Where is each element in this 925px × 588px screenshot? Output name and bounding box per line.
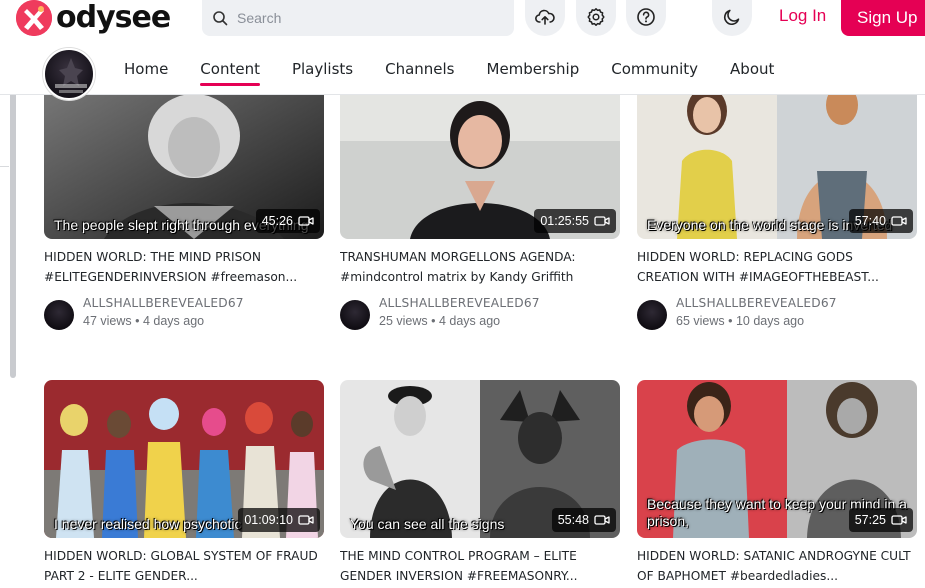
- duration-badge: 57:25: [848, 508, 913, 532]
- duration-badge: 01:09:10: [238, 508, 320, 532]
- upload-age: 4 days ago: [438, 314, 501, 328]
- signup-button[interactable]: Sign Up: [841, 0, 925, 36]
- tab-home[interactable]: Home: [124, 60, 168, 86]
- search-input[interactable]: [237, 10, 497, 26]
- video-card[interactable]: 01:25:55 TRANSHUMAN MORGELLONS AGENDA: #…: [340, 81, 620, 332]
- duration-text: 57:25: [854, 513, 886, 527]
- channel-name[interactable]: ALLSHALLBEREVEALED67: [676, 296, 837, 310]
- view-count: 25 views: [379, 314, 428, 328]
- video-camera-icon: [594, 216, 610, 226]
- odysee-logo-icon: [16, 0, 52, 36]
- video-meta: ALLSHALLBEREVEALED67 65 views • 10 days …: [637, 296, 917, 332]
- video-card[interactable]: Because they want to keep your mind in a…: [637, 380, 917, 586]
- sidebar-scrollbar[interactable]: [10, 60, 16, 378]
- upload-age: 4 days ago: [142, 314, 205, 328]
- help-button[interactable]: [626, 0, 666, 36]
- views-and-date: 65 views • 10 days ago: [676, 314, 805, 328]
- help-icon: [637, 8, 655, 26]
- channel-name[interactable]: ALLSHALLBEREVEALED67: [83, 296, 244, 310]
- tab-channels[interactable]: Channels: [385, 60, 454, 86]
- search-bar[interactable]: [202, 0, 514, 36]
- video-thumbnail[interactable]: I never realised how psychotic 01:09:10: [44, 380, 324, 538]
- duration-text: 57:40: [854, 214, 886, 228]
- channel-thumbnail[interactable]: [44, 300, 74, 330]
- video-thumbnail[interactable]: You can see all the signs 55:48: [340, 380, 620, 538]
- duration-text: 01:09:10: [244, 513, 293, 527]
- channel-name[interactable]: ALLSHALLBEREVEALED67: [379, 296, 540, 310]
- odysee-logo[interactable]: odysee: [16, 0, 171, 36]
- video-meta: ALLSHALLBEREVEALED67 47 views • 4 days a…: [44, 296, 324, 332]
- top-header: odysee Log In Sign Up: [0, 0, 925, 40]
- channel-tabs: Home Content Playlists Channels Membersh…: [124, 60, 806, 86]
- video-camera-icon: [891, 515, 907, 525]
- video-thumbnail[interactable]: The people slept right through everythin…: [44, 81, 324, 239]
- video-card[interactable]: The people slept right through everythin…: [44, 81, 324, 332]
- tab-content[interactable]: Content: [200, 60, 260, 86]
- duration-text: 01:25:55: [540, 214, 589, 228]
- video-card[interactable]: You can see all the signs 55:48 THE MIND…: [340, 380, 620, 586]
- login-link[interactable]: Log In: [779, 6, 826, 26]
- duration-text: 55:48: [557, 513, 589, 527]
- duration-badge: 01:25:55: [534, 209, 616, 233]
- video-card[interactable]: Everyone on the world stage is inverted …: [637, 81, 917, 332]
- tab-community[interactable]: Community: [611, 60, 698, 86]
- video-thumbnail[interactable]: Because they want to keep your mind in a…: [637, 380, 917, 538]
- video-card[interactable]: I never realised how psychotic 01:09:10 …: [44, 380, 324, 586]
- tab-about[interactable]: About: [730, 60, 774, 86]
- sidebar-divider: [0, 166, 9, 167]
- duration-text: 45:26: [261, 214, 293, 228]
- views-and-date: 25 views • 4 days ago: [379, 314, 501, 328]
- thumbnail-caption: I never realised how psychotic: [54, 516, 242, 532]
- upload-button[interactable]: [525, 0, 565, 36]
- logo-wordmark: odysee: [56, 0, 171, 35]
- settings-button[interactable]: [576, 0, 616, 36]
- video-camera-icon: [298, 216, 314, 226]
- video-title[interactable]: THE MIND CONTROL PROGRAM – ELITE GENDER …: [340, 546, 620, 586]
- upload-age: 10 days ago: [735, 314, 805, 328]
- channel-thumbnail[interactable]: [340, 300, 370, 330]
- video-title[interactable]: TRANSHUMAN MORGELLONS AGENDA: #mindcontr…: [340, 247, 620, 287]
- duration-badge: 57:40: [848, 209, 913, 233]
- video-thumbnail[interactable]: Everyone on the world stage is inverted …: [637, 81, 917, 239]
- view-count: 65 views: [676, 314, 725, 328]
- signup-label: Sign Up: [857, 8, 918, 27]
- settings-icon: [587, 8, 605, 26]
- search-icon: [213, 11, 228, 26]
- video-meta: ALLSHALLBEREVEALED67 25 views • 4 days a…: [340, 296, 620, 332]
- video-thumbnail[interactable]: 01:25:55: [340, 81, 620, 239]
- video-title[interactable]: HIDDEN WORLD: GLOBAL SYSTEM OF FRAUD PAR…: [44, 546, 324, 586]
- channel-thumbnail[interactable]: [637, 300, 667, 330]
- view-count: 47 views: [83, 314, 132, 328]
- channel-nav: Home Content Playlists Channels Membersh…: [0, 40, 925, 100]
- video-camera-icon: [298, 515, 314, 525]
- video-title[interactable]: HIDDEN WORLD: SATANIC ANDROGYNE CULT OF …: [637, 546, 917, 586]
- theme-toggle-button[interactable]: [712, 0, 752, 36]
- channel-avatar[interactable]: [43, 48, 95, 100]
- dark-mode-icon: [724, 9, 740, 25]
- video-camera-icon: [891, 216, 907, 226]
- duration-badge: 45:26: [255, 209, 320, 233]
- tab-playlists[interactable]: Playlists: [292, 60, 353, 86]
- video-title[interactable]: HIDDEN WORLD: REPLACING GODS CREATION WI…: [637, 247, 917, 287]
- views-and-date: 47 views • 4 days ago: [83, 314, 205, 328]
- video-title[interactable]: HIDDEN WORLD: THE MIND PRISON #ELITEGEND…: [44, 247, 324, 287]
- duration-badge: 55:48: [551, 508, 616, 532]
- upload-icon: [535, 9, 555, 25]
- tab-membership[interactable]: Membership: [487, 60, 580, 86]
- thumbnail-caption: You can see all the signs: [350, 516, 505, 532]
- video-camera-icon: [594, 515, 610, 525]
